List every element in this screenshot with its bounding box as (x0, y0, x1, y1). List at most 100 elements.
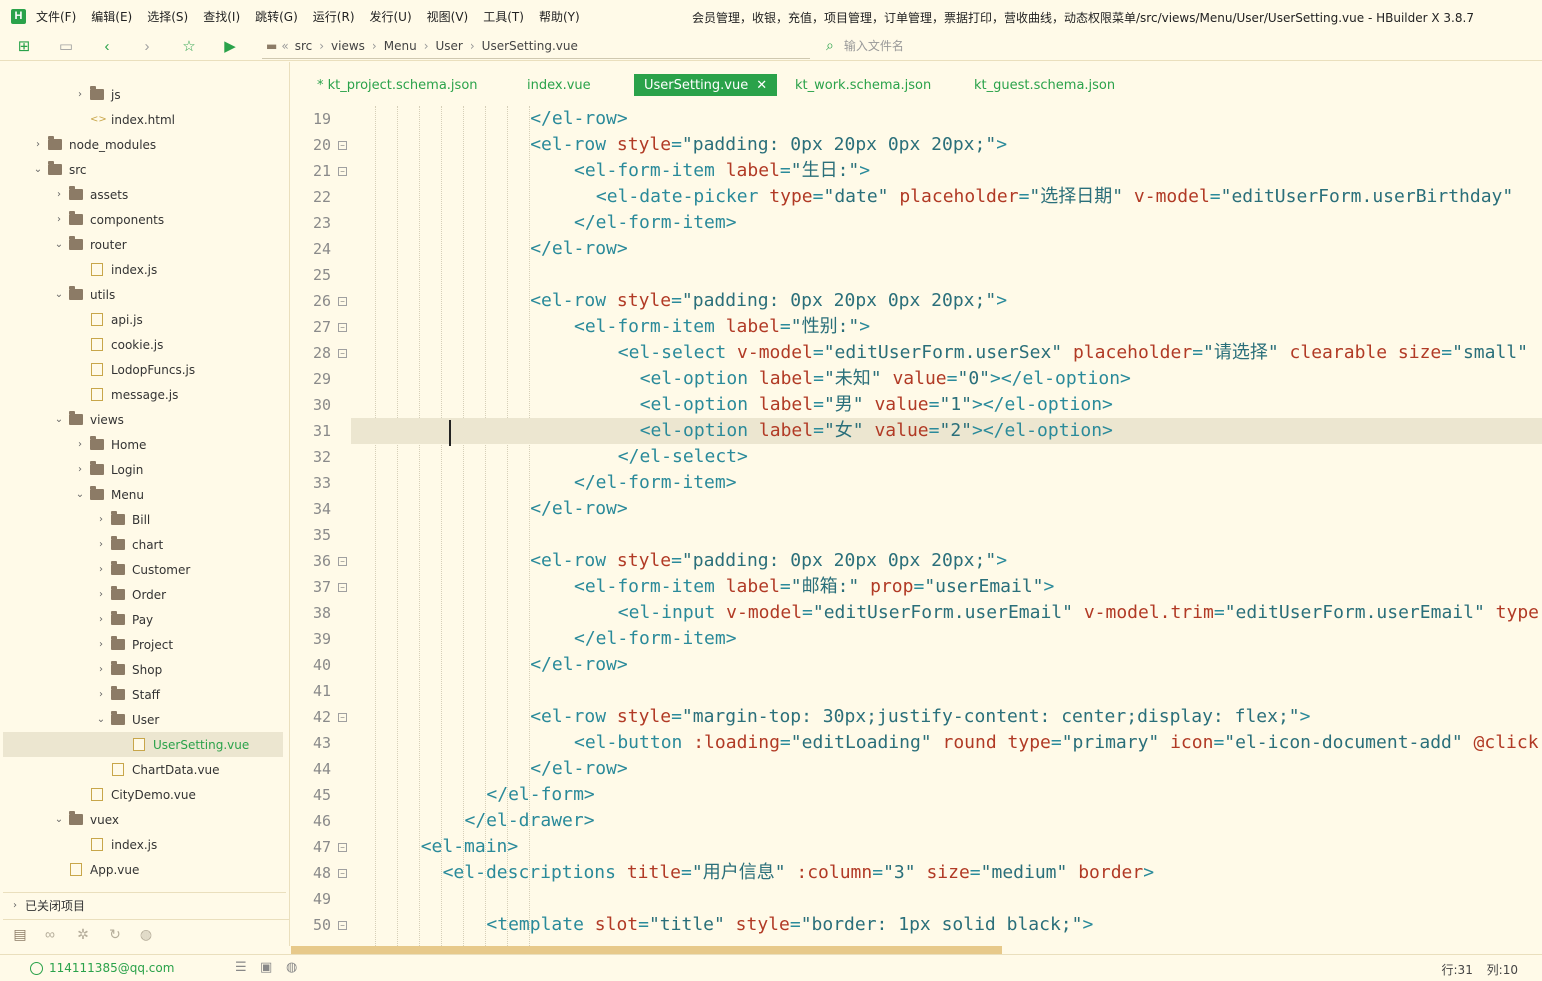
breadcrumb-item[interactable]: views (331, 39, 365, 53)
fold-toggle-icon[interactable]: − (338, 349, 347, 358)
horizontal-scrollbar[interactable] (291, 946, 1542, 954)
chevron-down-icon[interactable]: ⌄ (95, 714, 107, 725)
chevron-right-icon[interactable]: › (95, 639, 107, 650)
tree-folder[interactable]: › Bill (3, 507, 283, 532)
plugin-icon[interactable]: ∞ (41, 925, 59, 943)
tree-folder[interactable]: ⌄ src (3, 157, 283, 182)
tree-file[interactable]: api.js (3, 307, 283, 332)
tree-folder[interactable]: ⌄ utils (3, 282, 283, 307)
menu-item[interactable]: 工具(T) (483, 8, 524, 25)
debug-icon[interactable]: ✲ (74, 925, 92, 943)
tree-file[interactable]: App.vue (3, 857, 283, 882)
code-editor[interactable]: 19 </el-row> 20− <el-row style="padding: 0p… (291, 106, 1542, 946)
tab-kt-work-schema[interactable]: kt_work.schema.json (785, 74, 941, 96)
chevron-right-icon[interactable]: › (95, 614, 107, 625)
chevron-down-icon[interactable]: ⌄ (74, 489, 86, 500)
breadcrumb-item[interactable]: src (295, 39, 313, 53)
tree-file[interactable]: UserSetting.vue (3, 732, 283, 757)
tree-folder[interactable]: ⌄ User (3, 707, 283, 732)
new-file-icon[interactable]: ⊞ (15, 38, 33, 56)
chevron-down-icon[interactable]: ⌄ (53, 414, 65, 425)
chevron-down-icon[interactable]: ⌄ (53, 814, 65, 825)
chevron-right-icon[interactable]: › (95, 514, 107, 525)
back-icon[interactable]: ‹ (98, 38, 116, 56)
tree-folder[interactable]: › Pay (3, 607, 283, 632)
save-icon[interactable]: ▭ (57, 38, 75, 56)
tab-index-vue[interactable]: index.vue (517, 74, 601, 96)
breadcrumb-back-icon[interactable]: « (281, 39, 288, 53)
menu-item[interactable]: 运行(R) (313, 8, 355, 25)
tree-folder[interactable]: ⌄ router (3, 232, 283, 257)
fold-toggle-icon[interactable]: − (338, 869, 347, 878)
chevron-down-icon[interactable]: ⌄ (32, 164, 44, 175)
chevron-right-icon[interactable]: › (74, 439, 86, 450)
forward-icon[interactable]: › (138, 38, 156, 56)
globe-icon[interactable]: ◍ (286, 960, 297, 975)
list-icon[interactable]: ☰ (235, 960, 247, 975)
tab-user-setting-vue[interactable]: UserSetting.vue ✕ (634, 74, 778, 96)
git-icon[interactable]: ↻ (106, 925, 124, 943)
close-icon[interactable]: ✕ (756, 78, 767, 93)
chevron-right-icon[interactable]: › (53, 214, 65, 225)
menu-item[interactable]: 跳转(G) (255, 8, 298, 25)
breadcrumb-item[interactable]: UserSetting.vue (482, 39, 578, 53)
tree-folder[interactable]: › js (3, 82, 283, 107)
file-search-input[interactable] (843, 38, 1044, 53)
tree-folder[interactable]: › Order (3, 582, 283, 607)
fold-toggle-icon[interactable]: − (338, 583, 347, 592)
fold-toggle-icon[interactable]: − (338, 713, 347, 722)
chevron-right-icon[interactable]: › (53, 189, 65, 200)
tree-folder[interactable]: › Home (3, 432, 283, 457)
closed-projects-section[interactable]: › 已关闭项目 (3, 892, 286, 917)
menu-item[interactable]: 编辑(E) (91, 8, 132, 25)
tree-folder[interactable]: › components (3, 207, 283, 232)
chevron-down-icon[interactable]: ⌄ (53, 239, 65, 250)
cursor-position[interactable]: 行:31 列:10 (1432, 961, 1518, 978)
fold-toggle-icon[interactable]: − (338, 323, 347, 332)
account[interactable]: 114111385@qq.com (30, 961, 174, 975)
tree-file[interactable]: cookie.js (3, 332, 283, 357)
tree-folder[interactable]: › Project (3, 632, 283, 657)
project-manager-icon[interactable]: ▤ (11, 925, 29, 943)
tree-folder[interactable]: › node_modules (3, 132, 283, 157)
fold-toggle-icon[interactable]: − (338, 297, 347, 306)
chevron-right-icon[interactable]: › (95, 664, 107, 675)
tree-file[interactable]: index.js (3, 257, 283, 282)
scrollbar-thumb[interactable] (291, 946, 1002, 954)
breadcrumb-item[interactable]: User (436, 39, 463, 53)
chevron-right-icon[interactable]: › (95, 589, 107, 600)
run-icon[interactable]: ▶ (221, 38, 239, 56)
tree-file[interactable]: message.js (3, 382, 283, 407)
chevron-right-icon[interactable]: › (74, 89, 86, 100)
fold-toggle-icon[interactable]: − (338, 843, 347, 852)
tree-folder[interactable]: › chart (3, 532, 283, 557)
tree-folder[interactable]: ⌄ views (3, 407, 283, 432)
tab-kt-project-schema[interactable]: * kt_project.schema.json (307, 74, 488, 96)
tree-folder[interactable]: ⌄ vuex (3, 807, 283, 832)
tree-folder[interactable]: › Login (3, 457, 283, 482)
tree-folder[interactable]: › Shop (3, 657, 283, 682)
chevron-right-icon[interactable]: › (74, 464, 86, 475)
menu-item[interactable]: 帮助(Y) (539, 8, 580, 25)
fold-toggle-icon[interactable]: − (338, 557, 347, 566)
star-icon[interactable]: ☆ (180, 38, 198, 56)
tab-kt-guest-schema[interactable]: kt_guest.schema.json (964, 74, 1125, 96)
menu-item[interactable]: 文件(F) (36, 8, 76, 25)
chevron-right-icon[interactable]: › (32, 139, 44, 150)
tree-file[interactable]: ChartData.vue (3, 757, 283, 782)
chevron-right-icon[interactable]: › (95, 539, 107, 550)
tree-folder[interactable]: › Staff (3, 682, 283, 707)
fold-toggle-icon[interactable]: − (338, 141, 347, 150)
tree-folder[interactable]: › Customer (3, 557, 283, 582)
chevron-right-icon[interactable]: › (95, 689, 107, 700)
fold-toggle-icon[interactable]: − (338, 921, 347, 930)
tree-file[interactable]: LodopFuncs.js (3, 357, 283, 382)
menu-item[interactable]: 视图(V) (427, 8, 469, 25)
chevron-right-icon[interactable]: › (95, 564, 107, 575)
tree-folder[interactable]: › assets (3, 182, 283, 207)
console-icon[interactable]: ▣ (260, 960, 272, 975)
menu-item[interactable]: 选择(S) (147, 8, 188, 25)
tree-file[interactable]: <> index.html (3, 107, 283, 132)
breadcrumb-item[interactable]: Menu (384, 39, 417, 53)
tree-file[interactable]: CityDemo.vue (3, 782, 283, 807)
